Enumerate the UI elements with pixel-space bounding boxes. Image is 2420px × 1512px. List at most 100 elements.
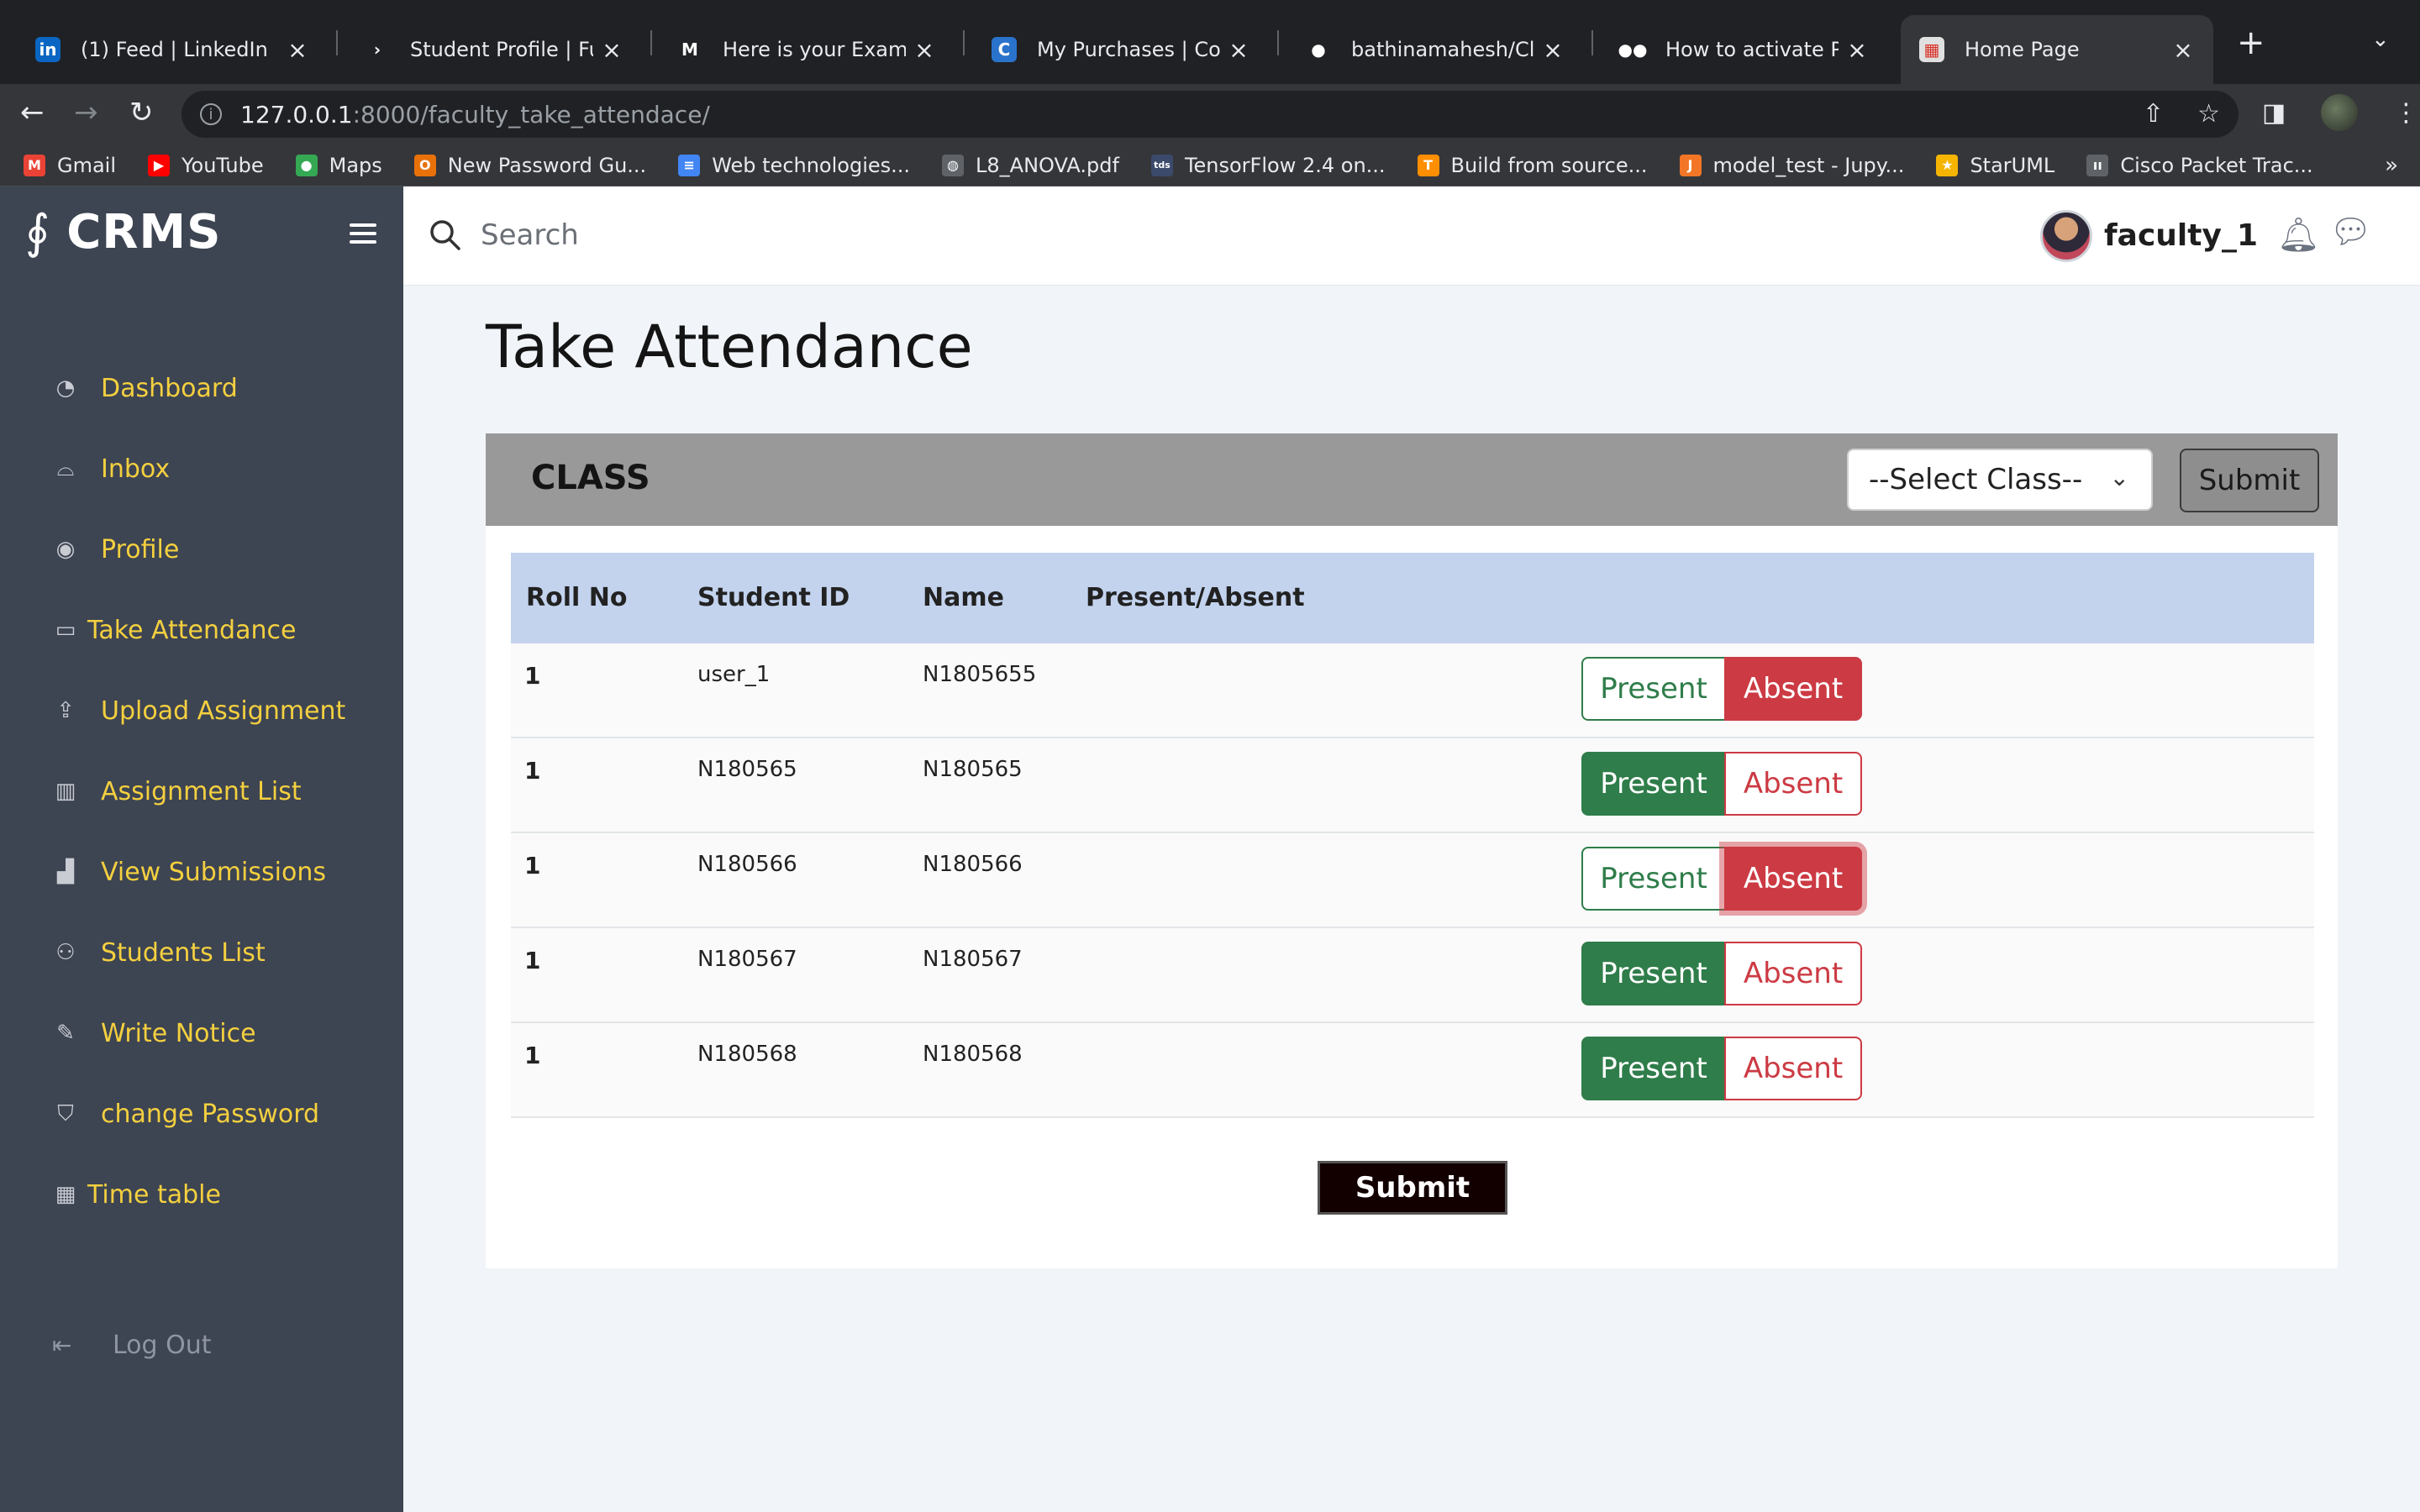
sidebar-item-students-list[interactable]: ⚇ Students List <box>0 912 403 993</box>
side-panel-icon[interactable]: ◨ <box>2262 98 2286 128</box>
bookmark-item[interactable]: O New Password Gu... <box>413 153 647 177</box>
logout-link[interactable]: ⇤ Log Out <box>52 1331 212 1360</box>
browser-tab[interactable]: C My Purchases | Cours × <box>973 15 1269 84</box>
present-absent-toggle: Present Absent <box>1581 752 1862 816</box>
name-cell: N1805655 <box>923 662 1037 687</box>
student-id-cell: user_1 <box>697 662 771 687</box>
bookmark-label: New Password Gu... <box>447 153 647 177</box>
reload-icon[interactable]: ↻ <box>129 96 154 129</box>
sidebar-nav: ◔ Dashboard ⌓ Inbox ◉ Profile ▭ Take Attendance… <box>0 348 403 1235</box>
sidebar-item-upload-assignment[interactable]: ⇪ Upload Assignment <box>0 670 403 751</box>
sidebar-item-inbox[interactable]: ⌓ Inbox <box>0 428 403 509</box>
jupyter-icon: J <box>1679 154 1702 176</box>
tds-icon: tds <box>1150 154 1173 176</box>
url-host: 127.0.0.1 <box>240 100 353 129</box>
absent-button[interactable]: Absent <box>1724 657 1862 721</box>
close-tab-icon[interactable]: × <box>286 36 309 64</box>
bookmark-label: Build from source... <box>1450 153 1648 177</box>
github-icon: ● <box>1306 37 1331 62</box>
browser-profile-avatar[interactable] <box>2321 94 2359 131</box>
search-icon <box>430 220 460 250</box>
absent-button[interactable]: Absent <box>1724 752 1862 816</box>
sidebar-item-time-table[interactable]: ▦ Time table <box>0 1154 403 1235</box>
browser-tab-title: My Purchases | Cours <box>1037 38 1220 61</box>
bell-icon[interactable]: 🔔︎ <box>2277 215 2320 255</box>
class-submit-button[interactable]: Submit <box>2180 449 2319 512</box>
present-absent-toggle: Present Absent <box>1581 657 1862 721</box>
brand[interactable]: ∮ CRMS <box>25 205 221 260</box>
tab-search-chevron-icon[interactable]: ⌄ <box>2371 27 2390 52</box>
site-info-icon[interactable]: i <box>200 103 222 125</box>
sidebar-item-write-notice[interactable]: ✎ Write Notice <box>0 993 403 1074</box>
sidebar-item-view-submissions[interactable]: ▟ View Submissions <box>0 832 403 912</box>
browser-tab[interactable]: M Here is your Exam Vo × <box>659 15 955 84</box>
absent-button[interactable]: Absent <box>1724 942 1862 1005</box>
absent-button[interactable]: Absent <box>1724 1037 1862 1100</box>
browser-tab[interactable]: ●● How to activate Pytho × <box>1602 15 1887 84</box>
sidebar-item-label: Profile <box>101 534 180 564</box>
bookmark-item[interactable]: T Build from source... <box>1417 153 1648 177</box>
browser-menu-icon[interactable]: ⋮ <box>2393 98 2418 128</box>
bookmark-item[interactable]: ▶ YouTube <box>148 154 264 177</box>
close-tab-icon[interactable]: × <box>1541 36 1565 64</box>
bookmark-label: model_test - Jupy... <box>1712 153 1905 177</box>
sidebar-item-change-password[interactable]: ⛉ change Password <box>0 1074 403 1154</box>
sidebar-item-dashboard[interactable]: ◔ Dashboard <box>0 348 403 428</box>
present-absent-toggle: Present Absent <box>1581 847 1862 911</box>
class-select[interactable]: --Select Class-- ⌄ <box>1847 449 2153 511</box>
user-name[interactable]: faculty_1 <box>2104 218 2258 253</box>
bookmark-star-icon[interactable]: ☆ <box>2197 99 2220 129</box>
present-button[interactable]: Present <box>1581 657 1726 721</box>
submit-attendance-button[interactable]: Submit <box>1318 1161 1507 1215</box>
bookmark-item[interactable]: Jmodel_test - Jupy... <box>1679 153 1905 177</box>
close-tab-icon[interactable]: × <box>2171 36 2195 64</box>
more-bookmarks-icon[interactable]: » <box>2385 153 2398 178</box>
present-button[interactable]: Present <box>1581 847 1726 911</box>
roll-no-cell: 1 <box>524 852 541 879</box>
share-icon[interactable]: ⇧ <box>2143 99 2164 129</box>
sidebar-item-assignment-list[interactable]: ▥ Assignment List <box>0 751 403 832</box>
sidebar-item-take-attendance[interactable]: ▭ Take Attendance <box>0 590 403 670</box>
url-text[interactable]: 127.0.0.1:8000/faculty_take_attendace/ <box>240 101 710 129</box>
close-tab-icon[interactable]: × <box>600 36 623 64</box>
search-input[interactable] <box>481 212 1237 259</box>
back-arrow-icon[interactable]: ← <box>20 96 45 129</box>
close-tab-icon[interactable]: × <box>1227 36 1250 64</box>
browser-tab-title: Home Page <box>1965 38 2080 61</box>
address-bar[interactable]: i 127.0.0.1:8000/faculty_take_attendace/… <box>182 91 2238 138</box>
close-tab-icon[interactable]: × <box>913 36 936 64</box>
cisco-icon: ıı <box>2086 154 2109 176</box>
header-student-id: Student ID <box>697 583 850 612</box>
browser-tab-title: Here is your Exam Vo <box>723 38 906 61</box>
absent-button[interactable]: Absent <box>1724 847 1862 911</box>
tab-separator <box>650 30 652 55</box>
bookmark-item[interactable]: ≡ Web technologies... <box>678 154 910 177</box>
browser-tab[interactable]: in (1) Feed | LinkedIn × <box>17 15 328 84</box>
present-button[interactable]: Present <box>1581 942 1726 1005</box>
chat-icon[interactable]: 💬︎ <box>2329 212 2372 251</box>
table-row: 1 N180566 N180566 Present Absent <box>511 833 2314 928</box>
present-button[interactable]: Present <box>1581 1037 1726 1100</box>
bookmark-item[interactable]: ● Maps <box>295 154 382 177</box>
avatar[interactable] <box>2040 210 2092 262</box>
browser-tab[interactable]: ▦ Home Page × <box>1901 15 2213 84</box>
url-path: :8000/faculty_take_attendace/ <box>352 100 710 129</box>
table-row: 1 N180565 N180565 Present Absent <box>511 738 2314 833</box>
forward-arrow-icon[interactable]: → <box>74 96 98 129</box>
bookmark-label: L8_ANOVA.pdf <box>976 153 1119 177</box>
menu-toggle-icon[interactable] <box>350 223 376 249</box>
browser-tab[interactable]: › Student Profile | Futur × <box>346 15 642 84</box>
browser-tab[interactable]: ● bathinamahesh/Class × <box>1287 15 1583 84</box>
close-tab-icon[interactable]: × <box>1845 36 1869 64</box>
present-button[interactable]: Present <box>1581 752 1726 816</box>
new-tab-button[interactable]: + <box>2237 24 2265 62</box>
bookmark-item[interactable]: ◍ L8_ANOVA.pdf <box>942 154 1119 177</box>
bookmark-item[interactable]: tds TensorFlow 2.4 on... <box>1150 154 1386 177</box>
maps-icon: ● <box>295 154 318 176</box>
bookmark-item[interactable]: M Gmail <box>24 154 116 177</box>
table-row: 1 N180568 N180568 Present Absent <box>511 1023 2314 1118</box>
bookmark-item[interactable]: ıı Cisco Packet Trac... <box>2086 154 2313 177</box>
sidebar-item-profile[interactable]: ◉ Profile <box>0 509 403 590</box>
bookmark-item[interactable]: ★ StarUML <box>1936 154 2054 177</box>
sidebar-item-label: Inbox <box>101 454 171 484</box>
